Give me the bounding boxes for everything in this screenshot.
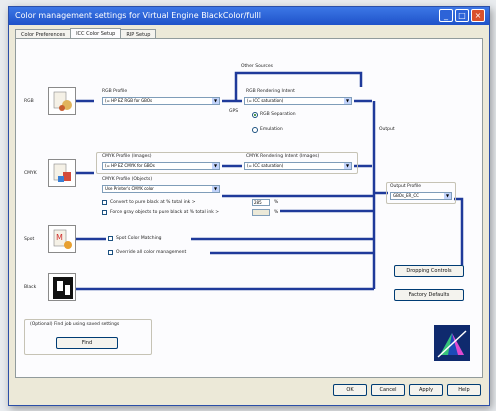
apply-button[interactable]: Apply (409, 384, 443, 396)
output-profile-value: GBOs_ER_CC (393, 193, 419, 198)
chevron-down-icon: ▼ (212, 186, 219, 192)
dropping-controls-button[interactable]: Dropping Controls (394, 265, 464, 277)
window-title: Color management settings for Virtual En… (15, 11, 261, 20)
svg-text:M: M (56, 233, 63, 242)
cmyk-rendering-intent-images-select[interactable]: (= ICC saturation) ▼ (244, 162, 352, 170)
section-label-black: Black (24, 285, 37, 290)
rgb-separation-label: RGB Separation (260, 112, 296, 117)
rgb-profile-label: RGB Profile (102, 89, 128, 94)
spot-matching-label: Spot Color Matching (116, 236, 162, 241)
flow-line-output-right (454, 197, 464, 265)
section-label-spot: Spot (24, 237, 35, 242)
cmyk-profile-objects-value: Use Printer's CMYK color (105, 186, 154, 191)
cmyk-profile-images-label: CMYK Profile (Images) (102, 154, 152, 159)
output-label: Output (379, 127, 395, 132)
rgb-rendering-intent-select[interactable]: (= ICC saturation) ▼ (244, 97, 352, 105)
chevron-down-icon: ▼ (444, 193, 451, 199)
section-label-cmyk: CMYK (24, 171, 37, 176)
force-gray-input[interactable] (252, 209, 270, 216)
force-gray-unit: % (274, 210, 279, 215)
rgb-separation-radio[interactable] (252, 112, 258, 118)
emulation-label: Emulation (260, 127, 283, 132)
ok-button[interactable]: OK (333, 384, 367, 396)
convert-black-input[interactable]: 285 (252, 199, 270, 206)
override-color-checkbox[interactable] (108, 250, 113, 255)
close-button[interactable]: × (471, 9, 485, 22)
spot-document-icon: M (48, 225, 76, 253)
color-prism-logo (434, 325, 470, 361)
force-gray-checkbox[interactable] (102, 210, 107, 215)
output-profile-label: Output Profile (390, 184, 422, 189)
cmyk-rendering-intent-images-label: CMYK Rendering Intent (Images) (246, 154, 320, 159)
cancel-button[interactable]: Cancel (371, 384, 405, 396)
force-gray-label: Force gray objects to pure black at % to… (110, 210, 220, 215)
convert-black-unit: % (274, 200, 279, 205)
chevron-down-icon: ▼ (212, 163, 219, 169)
rgb-profile-value: (= HP EZ RGB for GBOs (105, 98, 153, 103)
help-button[interactable]: Help (447, 384, 481, 396)
title-bar: Color management settings for Virtual En… (9, 7, 489, 25)
rgb-profile-select[interactable]: (= HP EZ RGB for GBOs ▼ (102, 97, 220, 105)
cmyk-rendering-intent-images-value: (= ICC saturation) (247, 163, 284, 168)
section-label-rgb: RGB (24, 99, 34, 104)
minimize-button[interactable]: _ (439, 9, 453, 22)
cmyk-profile-images-select[interactable]: (= HP EZ CMYK for GBOs ▼ (102, 162, 220, 170)
rgb-rendering-intent-value: (= ICC saturation) (247, 98, 284, 103)
find-button[interactable]: Find (56, 337, 118, 349)
chevron-down-icon: ▼ (344, 163, 351, 169)
chevron-down-icon: ▼ (212, 98, 219, 104)
spot-matching-checkbox[interactable] (108, 236, 113, 241)
dialog-window: Color management settings for Virtual En… (8, 6, 490, 406)
other-sources-label: Other Sources (241, 64, 274, 69)
chevron-down-icon: ▼ (344, 98, 351, 104)
icc-setup-panel: RGB CMYK Spot M Black RGB Profile (= HP … (15, 38, 483, 378)
gps-label: GPS (229, 109, 239, 114)
convert-black-label: Convert to pure black at % total ink > (110, 200, 196, 205)
factory-defaults-button[interactable]: Factory Defaults (394, 289, 464, 301)
cmyk-profile-images-value: (= HP EZ CMYK for GBOs (105, 163, 155, 168)
black-document-icon (48, 273, 76, 301)
maximize-button[interactable]: □ (455, 9, 469, 22)
convert-black-checkbox[interactable] (102, 200, 107, 205)
emulation-radio[interactable] (252, 127, 258, 133)
saved-settings-label: (Optional) Find job using saved settings (30, 322, 120, 327)
override-color-label: Override all color management (116, 250, 187, 255)
output-profile-select[interactable]: GBOs_ER_CC ▼ (390, 192, 452, 200)
cmyk-document-icon (48, 159, 76, 187)
rgb-rendering-intent-label: RGB Rendering Intent (246, 89, 295, 94)
cmyk-profile-objects-label: CMYK Profile (Objects) (102, 177, 153, 182)
cmyk-profile-objects-select[interactable]: Use Printer's CMYK color ▼ (102, 185, 220, 193)
rgb-document-icon (48, 87, 76, 115)
